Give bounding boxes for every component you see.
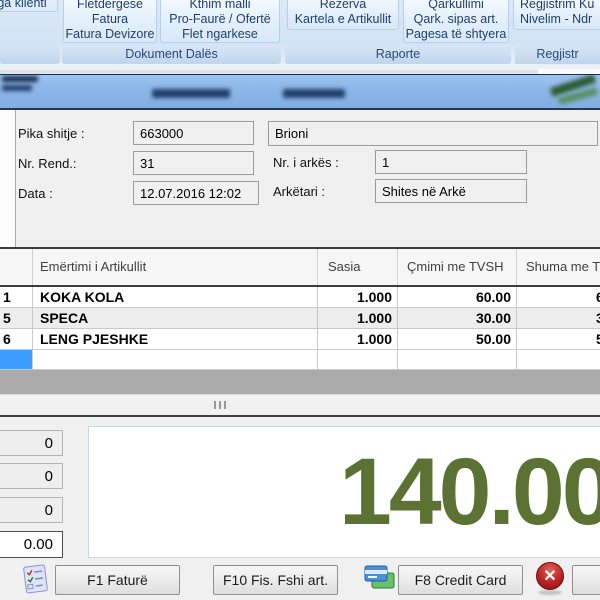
ribbon-toolbar: ga klienti Fletdergese Fatura Fatura Dev… — [0, 0, 600, 70]
item-name-cell — [33, 350, 318, 369]
item-name-cell: SPECA — [33, 308, 318, 328]
ribbon-item-flet-ngarkese[interactable]: Flet ngarkese — [161, 27, 279, 42]
ribbon-item-kthim-malli[interactable]: Kthim malli — [161, 0, 279, 12]
ribbon-item-nivelim[interactable]: Nivelim - Ndr — [514, 12, 600, 27]
nr-rend-field[interactable]: 31 — [133, 151, 254, 175]
table-header: Emërtimi i Artikullit Sasia Çmimi me TVS… — [0, 249, 600, 285]
nr-rend-label: Nr. Rend.: — [18, 151, 77, 175]
item-name-cell: LENG PJESHKE — [33, 329, 318, 349]
ribbon-item-fatura[interactable]: Fatura — [64, 12, 156, 27]
ribbon-item-regjistrim[interactable]: Regjistrim Ku — [514, 0, 600, 12]
sum-cell: 30.00 — [517, 308, 600, 328]
row-number-cell: 5 — [0, 308, 33, 328]
blurred-text — [283, 89, 345, 98]
qty-cell: 1.000 — [318, 287, 398, 307]
pika-shitje-name-field[interactable]: Brioni — [268, 121, 598, 146]
close-icon-shadow — [538, 590, 562, 595]
summary-field-3[interactable]: 0 — [0, 497, 63, 523]
ribbon-item-pro-faure[interactable]: Pro-Faurë / Ofertë — [161, 12, 279, 27]
left-panel-edge — [0, 110, 16, 247]
qty-cell — [318, 350, 398, 369]
sum-cell — [517, 350, 600, 369]
ribbon-item-pagesa-te-shtyera[interactable]: Pagesa të shtyera — [404, 27, 508, 42]
ribbon-item-kartela-artikullit[interactable]: Kartela e Artikullit — [288, 12, 398, 27]
ribbon-item-qarkullimi[interactable]: Qarkullimi — [404, 0, 508, 12]
credit-card-icon[interactable] — [363, 562, 396, 593]
arketari-label: Arkëtari : — [273, 179, 325, 203]
header-cell-qty: Sasia — [318, 249, 398, 285]
ribbon-group-label-partial — [0, 45, 60, 64]
sum-cell: 60.00 — [517, 287, 600, 307]
ribbon-stack-dokument-2: Kthim malli Pro-Faurë / Ofertë Flet ngar… — [160, 0, 280, 43]
splitter-handle-icon[interactable] — [214, 401, 228, 409]
ribbon-item-fatura-devizore[interactable]: Fatura Devizore — [64, 27, 156, 42]
close-icon[interactable]: ✕ — [536, 562, 564, 590]
data-field[interactable]: 12.07.2016 12:02 — [133, 181, 259, 205]
row-number-cell: 1 — [0, 287, 33, 307]
ribbon-item-qark-sipas-art[interactable]: Qark. sipas art. — [404, 12, 508, 27]
cash-amount-field[interactable]: 0.00 — [0, 531, 63, 558]
f8-credit-card-button[interactable]: F8 Credit Card — [398, 565, 523, 595]
price-cell: 60.00 — [398, 287, 517, 307]
blurred-text — [2, 85, 32, 91]
data-label: Data : — [18, 181, 53, 205]
invoice-icon[interactable] — [20, 563, 50, 596]
payment-panel: 0 0 0 0.00 140.00 F1 Faturë F10 Fis. — [0, 415, 600, 600]
ribbon-item-rezerva[interactable]: Rezerva — [288, 0, 398, 12]
price-cell — [398, 350, 517, 369]
ribbon-stack-regjistr: Regjistrim Ku Nivelim - Ndr — [513, 0, 600, 30]
summary-field-2[interactable]: 0 — [0, 463, 63, 489]
ribbon-stack-raporte-2: Qarkullimi Qark. sipas art. Pagesa të sh… — [403, 0, 509, 43]
title-band — [0, 74, 600, 110]
partial-button-right[interactable] — [572, 565, 600, 595]
f10-fshi-art-button[interactable]: F10 Fis. Fshi art. — [213, 565, 338, 595]
qty-cell: 1.000 — [318, 308, 398, 328]
ribbon-item-partial-left[interactable]: ga klienti — [0, 0, 58, 12]
qty-cell: 1.000 — [318, 329, 398, 349]
ribbon-group-label-dokument-dales: Dokument Dalës — [62, 45, 281, 64]
table-row[interactable]: 1 KOKA KOLA 1.000 60.00 60.00 — [0, 287, 600, 308]
nr-arkes-field[interactable]: 1 — [375, 150, 527, 174]
blurred-text — [2, 76, 38, 82]
pika-shitje-label: Pika shitje : — [18, 121, 84, 145]
table-row[interactable]: 6 LENG PJESHKE 1.000 50.00 50.00 — [0, 329, 600, 350]
ribbon-stack-dokument-1: Fletdergese Fatura Fatura Devizore — [63, 0, 157, 43]
pos-window: ga klienti Fletdergese Fatura Fatura Dev… — [0, 0, 600, 600]
summary-field-1[interactable]: 0 — [0, 430, 63, 456]
header-cell-rownum — [0, 249, 33, 285]
items-table: Emërtimi i Artikullit Sasia Çmimi me TVS… — [0, 247, 600, 370]
arketari-field[interactable]: Shites në Arkë — [375, 179, 527, 203]
ribbon-group-label-raporte: Raporte — [285, 45, 511, 64]
table-row[interactable]: 5 SPECA 1.000 30.00 30.00 — [0, 308, 600, 329]
f1-fature-button[interactable]: F1 Faturë — [55, 565, 180, 595]
splitter-bar[interactable] — [0, 394, 600, 415]
selected-cell[interactable] — [0, 350, 33, 369]
table-row-empty[interactable] — [0, 350, 600, 370]
price-cell: 30.00 — [398, 308, 517, 328]
ribbon-group-label-regjistr: Regjistr — [515, 45, 600, 64]
pika-shitje-code-field[interactable]: 663000 — [133, 121, 254, 145]
row-number-cell: 6 — [0, 329, 33, 349]
total-amount: 140.00 — [339, 438, 600, 547]
item-name-cell: KOKA KOLA — [33, 287, 318, 307]
ribbon-stack-raporte-1: Rezerva Kartela e Artikullit — [287, 0, 399, 30]
header-cell-name: Emërtimi i Artikullit — [33, 249, 318, 285]
total-display: 140.00 — [88, 426, 600, 558]
nr-arkes-label: Nr. i arkës : — [273, 150, 339, 174]
ribbon-item-fletdergese[interactable]: Fletdergese — [64, 0, 156, 12]
sum-cell: 50.00 — [517, 329, 600, 349]
table-scrollbar[interactable] — [0, 370, 600, 394]
header-cell-sum: Shuma me TVSH — [517, 249, 600, 285]
price-cell: 50.00 — [398, 329, 517, 349]
header-cell-price: Çmimi me TVSH — [398, 249, 517, 285]
blurred-text — [152, 89, 230, 98]
